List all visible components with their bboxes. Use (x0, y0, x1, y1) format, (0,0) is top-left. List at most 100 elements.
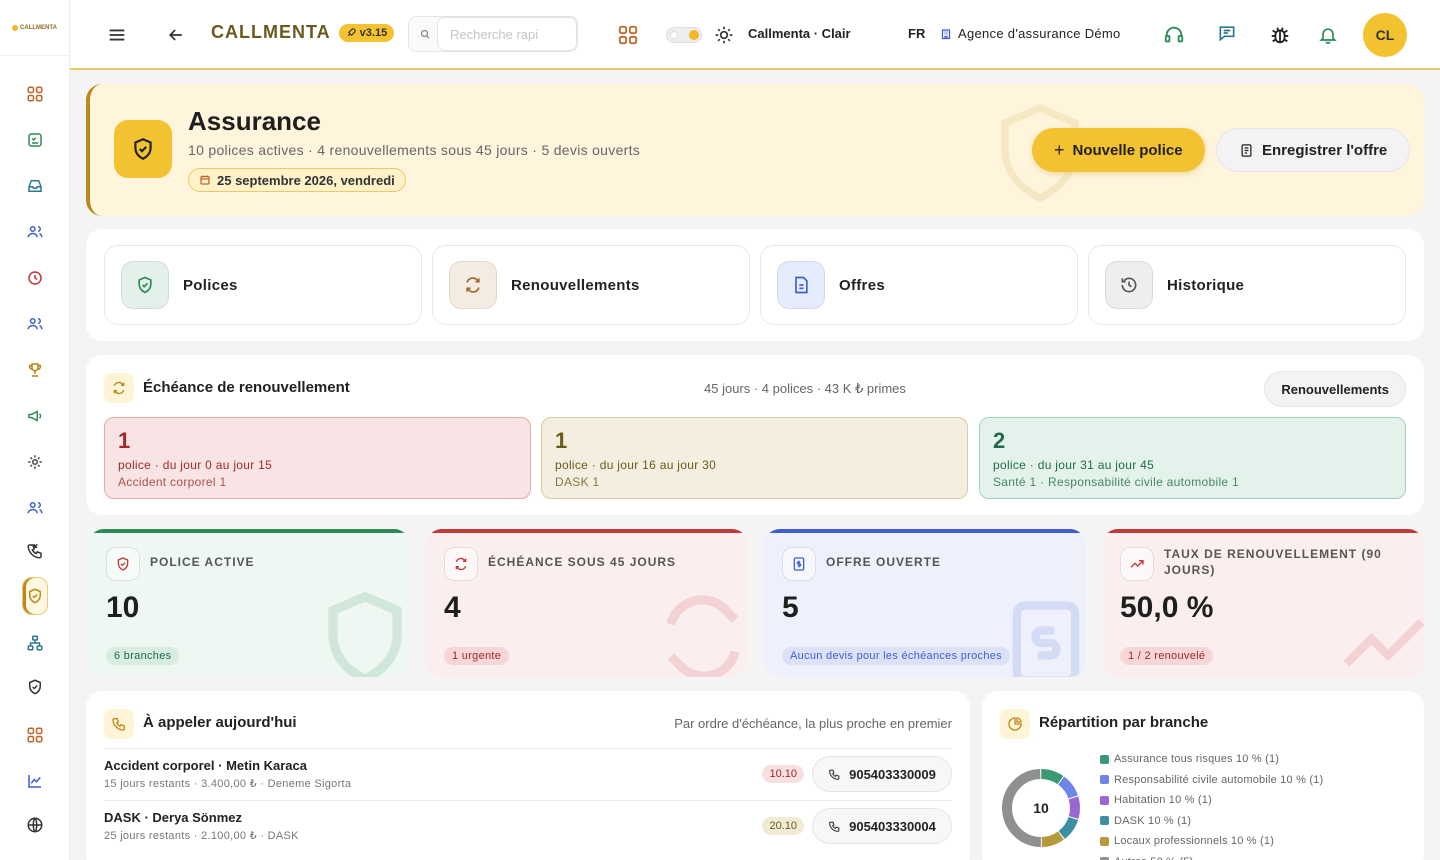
call-row[interactable]: DASK · Derya Sönmez 25 jours restants · … (104, 800, 952, 852)
avatar[interactable]: CL (1363, 13, 1407, 57)
version-label: v3.15 (359, 26, 388, 39)
refresh-icon (455, 557, 467, 571)
legend-label: Habitation 10 % (1) (1114, 794, 1212, 807)
sidebar-item-history[interactable] (20, 263, 50, 293)
sidebar-item-trophy[interactable] (20, 355, 50, 385)
new-policy-button[interactable]: + Nouvelle police (1032, 128, 1205, 172)
users-icon (27, 226, 43, 238)
refresh-watermark-icon (666, 595, 740, 677)
sidebar-item-users[interactable] (20, 217, 50, 247)
bug-icon (1271, 27, 1289, 44)
line-chart-icon (28, 775, 41, 788)
sidebar-item-automation[interactable] (20, 447, 50, 477)
hamburger-icon (109, 29, 125, 41)
renewal-meta: 45 jours · 4 polices · 43 K ₺ primes (704, 381, 906, 396)
calls-today: À appeler aujourd'hui Par ordre d'échéan… (86, 691, 970, 860)
sidebar-item-inbox[interactable] (20, 171, 50, 201)
trend-watermark-icon (1343, 619, 1424, 667)
document-icon (795, 276, 808, 294)
kpi-open-offers[interactable]: OFFRE OUVERTE 5 Aucun devis pour les éch… (764, 529, 1086, 677)
sidebar-item-tasks[interactable] (20, 125, 50, 155)
inbox-icon (28, 180, 42, 192)
receipt-dollar-icon (793, 557, 805, 571)
quick-nav: Polices Renouvellements Offres Historiqu… (86, 229, 1424, 341)
sidebar-item-contacts[interactable] (20, 493, 50, 523)
theme-label[interactable]: Callmenta · Clair (748, 26, 851, 41)
shield-check-icon (138, 276, 152, 294)
notifications-button[interactable] (1318, 25, 1338, 45)
legend-swatch (1100, 754, 1109, 764)
search-input[interactable] (437, 17, 577, 51)
legend-item: Autres 50 % (5) (1100, 852, 1323, 860)
kpi-label: TAUX DE RENOUVELLEMENT (90 JOURS) (1164, 547, 1382, 577)
agency-selector[interactable]: Agence d'assurance Démo (940, 26, 1121, 41)
kpi-renewal-rate[interactable]: TAUX DE RENOUVELLEMENT (90 JOURS) 50,0 %… (1102, 529, 1424, 677)
sidebar: CALLMENTA (0, 0, 70, 860)
sidebar-item-reports[interactable] (20, 766, 50, 796)
kpi-label: OFFRE OUVERTE (826, 555, 942, 569)
renewal-bucket-31-45[interactable]: 2 police · du jour 31 au jour 45 Santé 1… (979, 417, 1406, 499)
menu-button[interactable] (106, 24, 128, 46)
bug-report-button[interactable] (1269, 24, 1291, 46)
sun-icon-button[interactable] (714, 25, 734, 45)
sidebar-item-team[interactable] (20, 309, 50, 339)
tile-offers[interactable]: Offres (760, 245, 1078, 325)
incoming-call-icon (27, 543, 42, 559)
chat-button[interactable] (1217, 23, 1237, 43)
bucket-range: police · du jour 31 au jour 45 (993, 458, 1155, 472)
renewal-bucket-16-30[interactable]: 1 police · du jour 16 au jour 30 DASK 1 (541, 417, 968, 499)
search-icon (420, 29, 430, 39)
sidebar-logo-text: CALLMENTA (20, 24, 57, 31)
tile-renewals[interactable]: Renouvellements (432, 245, 750, 325)
language-switch[interactable]: FR (908, 26, 925, 41)
kpi-pill: 1 urgente (444, 647, 510, 665)
phone-icon (829, 769, 840, 780)
call-button[interactable]: 905403330004 (812, 808, 952, 844)
save-offer-button[interactable]: Enregistrer l'offre (1216, 128, 1411, 172)
legend-item: Locaux professionnels 10 % (1) (1100, 831, 1323, 852)
kpi-pill: 1 / 2 renouvelé (1120, 647, 1214, 665)
sidebar-item-campaigns[interactable] (20, 401, 50, 431)
theme-toggle[interactable] (666, 27, 702, 43)
tile-offers-label: Offres (839, 276, 885, 294)
back-button[interactable] (166, 25, 186, 45)
renewal-section: Échéance de renouvellement 45 jours · 4 … (86, 355, 1424, 515)
tile-history[interactable]: Historique (1088, 245, 1406, 325)
calls-section-icon (104, 709, 134, 739)
sidebar-item-globe[interactable] (20, 810, 50, 840)
checklist-icon (28, 133, 42, 147)
sidebar-logo[interactable]: CALLMENTA (0, 0, 69, 56)
branch-distribution: Répartition par branche 10 Assurance tou… (982, 691, 1424, 860)
sidebar-item-compliance[interactable] (20, 672, 50, 702)
sidebar-item-dashboard[interactable] (20, 79, 50, 109)
contacts-icon (27, 502, 43, 514)
sidebar-item-apps[interactable] (20, 720, 50, 750)
legend-item: Habitation 10 % (1) (1100, 790, 1323, 811)
refresh-icon (466, 277, 480, 293)
tile-policies[interactable]: Polices (104, 245, 422, 325)
sidebar-item-calls[interactable] (20, 536, 50, 566)
version-badge: v3.15 (338, 23, 395, 42)
apps-button[interactable] (617, 24, 639, 46)
kpi-active-policies[interactable]: POLICE ACTIVE 10 6 branches (88, 529, 410, 677)
arrow-left-icon (168, 29, 182, 41)
date-label: 25 septembre 2026, vendredi (217, 172, 395, 188)
apps-grid-icon (618, 25, 638, 45)
sidebar-item-insurance[interactable] (22, 577, 48, 615)
page-header: Assurance 10 polices actives · 4 renouve… (86, 84, 1424, 216)
renewal-bucket-0-15[interactable]: 1 police · du jour 0 au jour 15 Accident… (104, 417, 531, 499)
shield-check-icon (134, 138, 152, 160)
renewals-button[interactable]: Renouvellements (1264, 371, 1406, 407)
donut-total: 10 (1033, 800, 1049, 816)
phone-ring-icon (112, 718, 125, 731)
kpi-expiring-soon[interactable]: ÉCHÉANCE SOUS 45 JOURS 4 1 urgente (426, 529, 748, 677)
legend-label: Responsabilité civile automobile 10 % (1… (1114, 773, 1324, 786)
call-row[interactable]: Accident corporel · Metin Karaca 15 jour… (104, 748, 952, 800)
call-title: Accident corporel · Metin Karaca (104, 758, 307, 773)
sidebar-item-organization[interactable] (20, 628, 50, 658)
call-button[interactable]: 905403330009 (812, 756, 952, 792)
trend-up-icon (1130, 560, 1144, 568)
support-button[interactable] (1163, 24, 1185, 46)
shield-watermark-icon (328, 591, 402, 677)
phone-icon (829, 821, 840, 832)
